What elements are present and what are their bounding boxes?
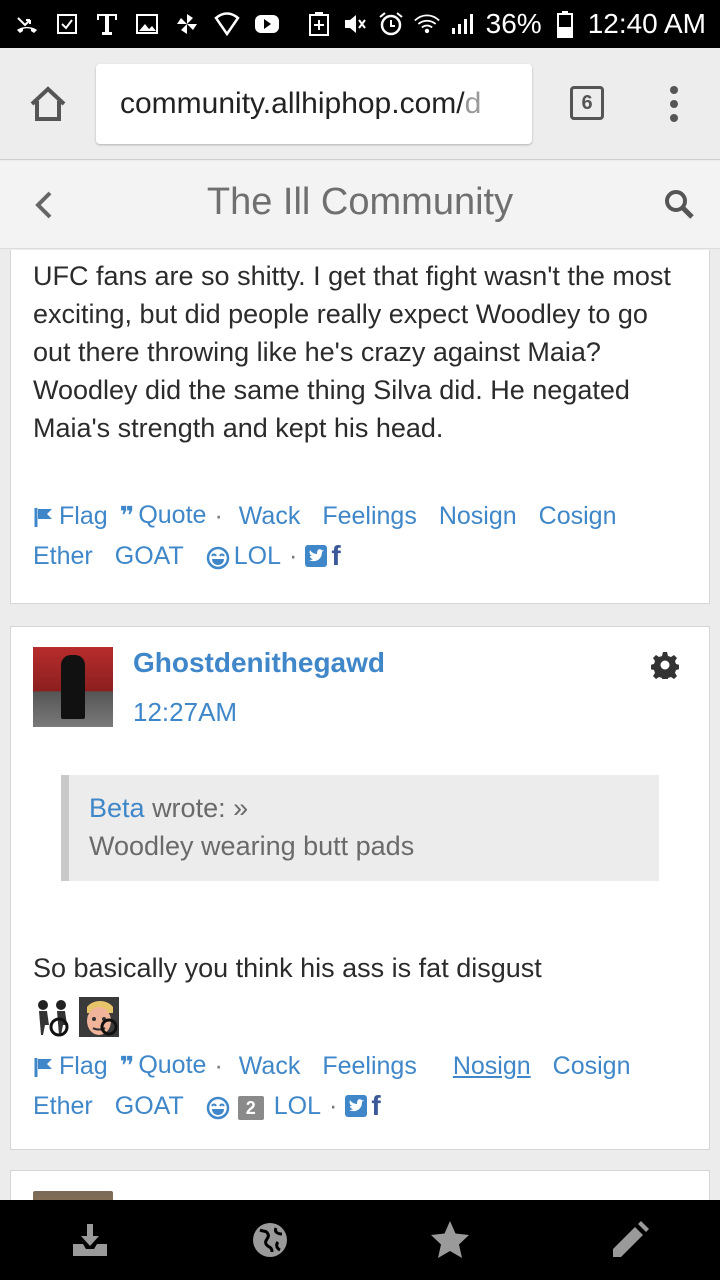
reaction-goat[interactable]: GOAT — [115, 536, 184, 576]
twitter-icon[interactable] — [305, 545, 328, 568]
reaction-bar: Flag ❞ Quote · Wack Feelings Nosign Cosig… — [33, 1045, 693, 1126]
reaction-lol[interactable]: LOL — [206, 536, 281, 576]
inbox-download-icon[interactable] — [68, 1218, 112, 1262]
browser-toolbar: community.allhiphop.com/d 6 — [0, 48, 720, 160]
facebook-icon[interactable]: f — [371, 1086, 380, 1126]
battery-icon — [552, 11, 578, 38]
avatar[interactable] — [33, 647, 113, 727]
quote-text: Woodley wearing butt pads — [89, 831, 415, 861]
tmobile-icon — [94, 11, 120, 37]
page-title: The Ill Community — [206, 181, 514, 223]
comment-card: Ghostdenithegawd 12:27AM Beta wrote: » W… — [10, 626, 710, 1150]
reaction-ether[interactable]: Ether — [33, 1086, 93, 1126]
share-buttons: f — [345, 1086, 381, 1126]
reaction-nosign[interactable]: Nosign — [439, 496, 517, 536]
pinwheel-icon — [174, 11, 200, 37]
emoji-group — [33, 997, 119, 1037]
reaction-wack[interactable]: Wack — [239, 496, 301, 536]
pencil-icon[interactable] — [608, 1218, 652, 1262]
site-header: The Ill Community — [0, 161, 720, 249]
laugh-icon — [206, 1096, 229, 1120]
flag-icon — [34, 1058, 52, 1078]
bottom-nav — [0, 1200, 720, 1280]
quote-button[interactable]: ❞ Quote — [120, 495, 207, 536]
quote-wrote[interactable]: wrote: » — [152, 793, 248, 823]
reaction-bar: Flag ❞ Quote · Wack Feelings Nosign Cosig… — [33, 495, 693, 576]
flag-button[interactable]: Flag — [33, 496, 108, 536]
checkbox-icon — [54, 11, 80, 37]
missed-call-icon — [14, 11, 40, 37]
blockquote: Beta wrote: » Woodley wearing butt pads — [61, 775, 659, 881]
reaction-feelings[interactable]: Feelings — [322, 1046, 417, 1086]
reaction-cosign[interactable]: Cosign — [553, 1046, 631, 1086]
comment-card: UFC fans are so shitty. I get that fight… — [10, 250, 710, 604]
comment-card — [10, 1170, 710, 1200]
wifi-icon — [413, 11, 440, 37]
twitter-icon[interactable] — [345, 1095, 368, 1118]
star-icon[interactable] — [428, 1218, 472, 1262]
flag-button[interactable]: Flag — [33, 1046, 108, 1086]
mute-icon — [342, 11, 368, 37]
reaction-lol[interactable]: 2 LOL — [206, 1086, 321, 1126]
comment-timestamp[interactable]: 12:27AM — [133, 697, 237, 728]
url-bar[interactable]: community.allhiphop.com/d — [96, 64, 532, 144]
status-bar: 36% 12:40 AM — [0, 0, 720, 48]
battery-saver-icon — [306, 11, 332, 37]
facebook-icon[interactable]: f — [331, 536, 340, 576]
globe-icon[interactable] — [248, 1218, 292, 1262]
url-text: community.allhiphop.com/ — [120, 87, 465, 120]
battery-percent: 36% — [485, 8, 542, 39]
separator: · — [329, 1092, 338, 1121]
reaction-cosign[interactable]: Cosign — [539, 496, 617, 536]
comment-body: So basically you think his ass is fat di… — [33, 953, 542, 983]
share-buttons: f — [305, 536, 341, 576]
url-text-faded: d — [464, 87, 482, 120]
separator: · — [214, 501, 223, 530]
comment-author[interactable]: Ghostdenithegawd — [133, 647, 385, 679]
reaction-feelings[interactable]: Feelings — [322, 496, 417, 536]
quote-icon: ❞ — [119, 502, 135, 531]
alarm-icon — [378, 11, 404, 37]
overflow-menu-icon[interactable] — [664, 84, 684, 124]
comment-body: UFC fans are so shitty. I get that fight… — [33, 261, 671, 443]
laugh-icon — [206, 546, 229, 570]
quote-icon: ❞ — [119, 1052, 135, 1081]
reaction-nosign[interactable]: Nosign — [453, 1046, 531, 1086]
avatar[interactable] — [33, 1191, 113, 1200]
status-right: 36% 12:40 AM — [306, 8, 706, 40]
notification-icons — [14, 11, 280, 37]
flag-icon — [34, 508, 52, 528]
discussion-thread: UFC fans are so shitty. I get that fight… — [0, 250, 720, 1200]
disgust-emote-icon — [33, 997, 73, 1037]
gallery-icon — [134, 11, 160, 37]
reaction-wack[interactable]: Wack — [239, 1046, 301, 1086]
reaction-count-badge: 2 — [237, 1096, 264, 1121]
reaction-goat[interactable]: GOAT — [115, 1086, 184, 1126]
tab-switcher-button[interactable]: 6 — [570, 86, 604, 120]
separator: · — [289, 542, 298, 571]
separator: · — [214, 1051, 223, 1080]
quote-button[interactable]: ❞ Quote — [120, 1045, 207, 1086]
search-icon[interactable] — [662, 187, 696, 221]
signal-icon — [450, 11, 476, 37]
gear-icon[interactable] — [650, 651, 680, 682]
quote-author[interactable]: Beta — [89, 793, 145, 823]
shield-wifi-icon — [214, 11, 240, 37]
clock: 12:40 AM — [587, 8, 706, 39]
home-icon[interactable] — [28, 84, 68, 124]
youtube-icon — [254, 11, 280, 37]
face-emote-icon — [79, 997, 119, 1037]
reaction-ether[interactable]: Ether — [33, 536, 93, 576]
